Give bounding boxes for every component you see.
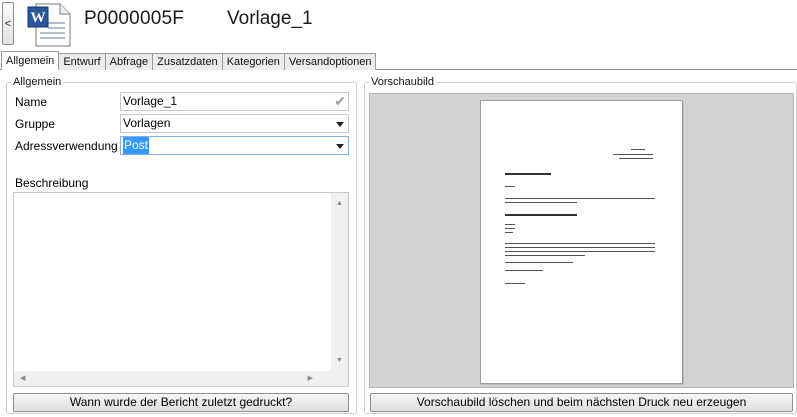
tab-entwurf[interactable]: Entwurf (58, 53, 106, 70)
preview-page-thumbnail (480, 100, 683, 384)
record-name: Vorlage_1 (227, 8, 313, 29)
back-button-label: < (4, 17, 12, 30)
address-usage-select[interactable]: Post (120, 136, 349, 155)
tab-allgemein[interactable]: Allgemein (1, 51, 60, 70)
word-icon-letter: W (31, 10, 46, 26)
tab-kategorien[interactable]: Kategorien (221, 53, 285, 70)
general-legend: Allgemein (13, 76, 62, 88)
description-vertical-scrollbar[interactable]: ▲ ▼ (331, 193, 348, 386)
group-label: Gruppe (15, 117, 56, 131)
group-value: Vorlagen (123, 116, 171, 130)
word-document-icon: W (27, 3, 71, 47)
regenerate-preview-button[interactable]: Vorschaubild löschen und beim nächsten D… (370, 393, 793, 412)
preview-image-area (369, 93, 794, 388)
description-textarea[interactable]: ▲ ▼ ◀ ▶ (13, 192, 349, 387)
description-label: Beschreibung (15, 176, 89, 190)
name-field[interactable]: Vorlage_1 ✔ (120, 92, 349, 111)
address-usage-value: Post (123, 137, 150, 154)
record-id: P0000005F (84, 8, 185, 29)
name-label: Name (15, 95, 48, 109)
group-select[interactable]: Vorlagen (120, 114, 349, 133)
tab-strip: Allgemein Entwurf Abfrage Zusatzdaten Ka… (1, 51, 377, 70)
name-value: Vorlage_1 (123, 94, 178, 108)
tab-zusatzdaten[interactable]: Zusatzdaten (152, 53, 223, 70)
scroll-down-icon[interactable]: ▼ (336, 357, 343, 364)
description-horizontal-scrollbar[interactable]: ◀ ▶ (14, 371, 331, 386)
scroll-up-icon[interactable]: ▲ (336, 200, 343, 207)
chevron-down-icon[interactable] (336, 122, 344, 127)
back-button[interactable]: < (2, 2, 14, 45)
tab-abfrage[interactable]: Abfrage (104, 53, 154, 70)
scroll-right-icon[interactable]: ▶ (308, 374, 313, 382)
tab-versandoptionen[interactable]: Versandoptionen (283, 53, 377, 70)
checkmark-icon: ✔ (334, 93, 346, 109)
preview-legend: Vorschaubild (371, 76, 434, 88)
scroll-left-icon[interactable]: ◀ (20, 374, 25, 382)
last-printed-button[interactable]: Wann wurde der Bericht zuletzt gedruckt? (13, 393, 349, 412)
address-usage-label: Adressverwendung (15, 139, 118, 153)
chevron-down-icon[interactable] (336, 144, 344, 149)
